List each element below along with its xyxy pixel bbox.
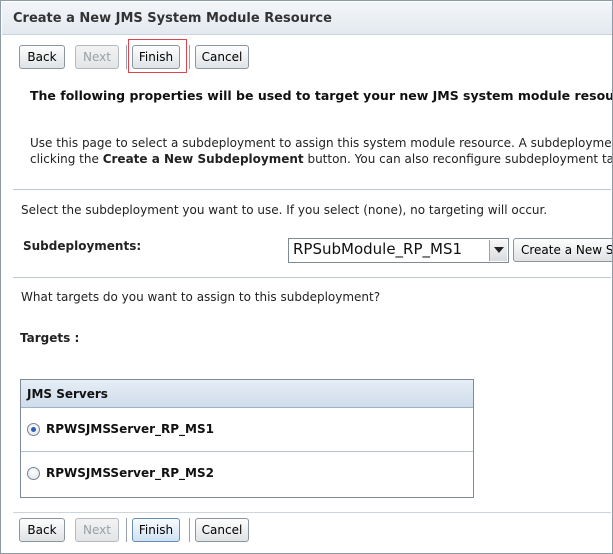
targets-label: Targets : (20, 331, 80, 345)
targets-prompt: What targets do you want to assign to th… (21, 290, 381, 304)
intro-text-line-1: Use this page to select a subdeployment … (30, 136, 612, 150)
divider (13, 189, 611, 190)
finish-button-top[interactable]: Finish (132, 45, 180, 69)
radio-button[interactable] (27, 467, 40, 480)
table-header: JMS Servers (21, 380, 473, 408)
radio-button-selected[interactable] (27, 423, 40, 436)
toolbar-separator (189, 45, 190, 69)
toolbar-separator (189, 518, 190, 542)
next-button-bottom[interactable]: Next (75, 518, 119, 542)
table-row[interactable]: RPWSJMSServer_RP_MS1 (21, 408, 473, 452)
subdeployment-selected-value: RPSubModule_RP_MS1 (293, 240, 463, 258)
select-prompt: Select the subdeployment you want to use… (21, 203, 548, 217)
jms-resource-wizard: Create a New JMS System Module Resource … (0, 0, 613, 554)
jms-servers-table: JMS Servers RPWSJMSServer_RP_MS1 RPWSJMS… (20, 379, 474, 498)
divider (13, 277, 611, 278)
cancel-button-bottom[interactable]: Cancel (195, 518, 249, 542)
intro-text-bold-button-ref: Create a New Subdeployment (102, 152, 304, 166)
cancel-button-top[interactable]: Cancel (195, 45, 249, 69)
subdeployments-label: Subdeployments: (23, 239, 142, 253)
create-subdeployment-button[interactable]: Create a New Su (513, 238, 612, 262)
title-bar: Create a New JMS System Module Resource (2, 2, 612, 35)
chevron-down-icon[interactable] (489, 240, 507, 261)
intro-text-line-2: clicking the Create a New Subdeployment … (30, 152, 612, 166)
jms-server-label: RPWSJMSServer_RP_MS2 (46, 466, 214, 480)
page-title: Create a New JMS System Module Resource (13, 11, 332, 26)
toolbar-separator (126, 518, 127, 542)
finish-button-bottom[interactable]: Finish (132, 518, 180, 542)
divider (13, 512, 611, 513)
next-button-top[interactable]: Next (75, 45, 119, 69)
back-button-top[interactable]: Back (19, 45, 65, 69)
section-heading: The following properties will be used to… (30, 88, 613, 103)
intro-text-suffix: button. You can also reconfigure subdepl… (307, 152, 612, 166)
intro-text-prefix: clicking the (30, 152, 103, 166)
jms-server-label: RPWSJMSServer_RP_MS1 (46, 422, 214, 436)
table-row[interactable]: RPWSJMSServer_RP_MS2 (21, 452, 473, 496)
subdeployment-select[interactable]: RPSubModule_RP_MS1 (288, 238, 509, 263)
table-header-label: JMS Servers (27, 387, 108, 401)
toolbar-separator (126, 45, 127, 69)
back-button-bottom[interactable]: Back (19, 518, 65, 542)
